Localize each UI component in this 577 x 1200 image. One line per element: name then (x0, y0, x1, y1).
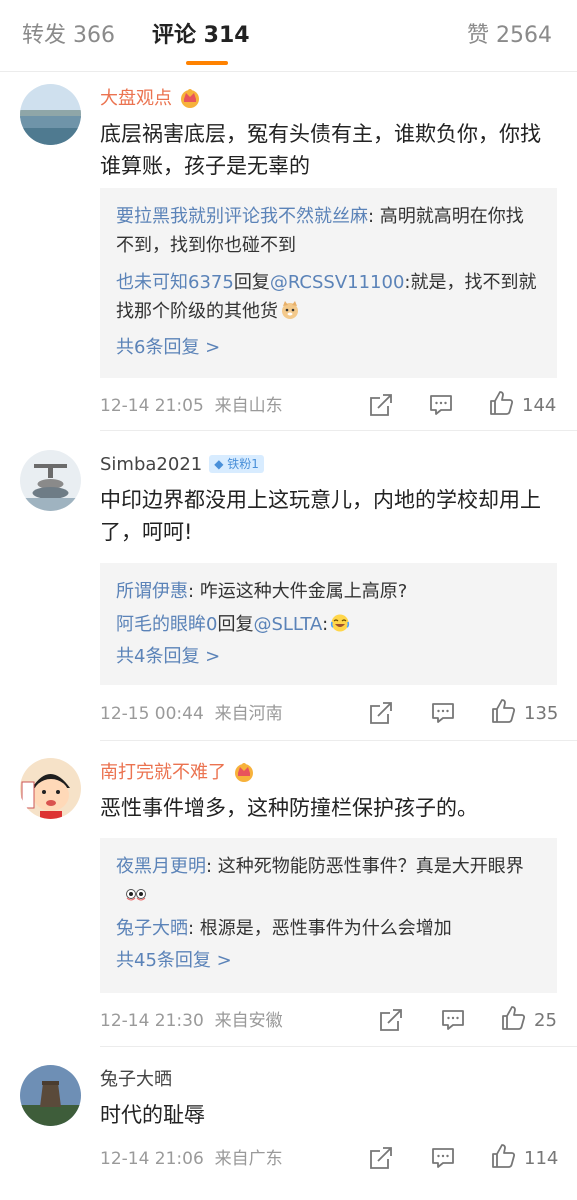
thumbs-up-icon[interactable] (500, 1005, 526, 1031)
reply-keyword: 回复 (233, 272, 270, 293)
comment-author[interactable]: 兔子大晒 (100, 1067, 172, 1093)
comment-time: 12-14 21:30 (100, 1011, 204, 1031)
reply-line[interactable]: 也未可知6375回复@RCSSV11100:就是，找不到就找那个阶级的其他货 (116, 268, 541, 326)
reply-user[interactable]: 兔子大晒 (116, 918, 188, 939)
comment-meta: 12-14 21:05 来自山东 (100, 394, 283, 418)
reply-line[interactable]: 兔子大晒: 根源是，恶性事件为什么会增加 (116, 914, 541, 943)
reply-mention[interactable]: @SLLTA (253, 614, 322, 635)
divider (100, 740, 577, 741)
author-name[interactable]: 南打完就不难了 (100, 762, 226, 783)
laugh-cry-emoji-icon (331, 614, 350, 632)
reply-user[interactable]: 阿毛的眼眸0 (116, 614, 217, 635)
tab-comments[interactable]: 评论 314 (152, 20, 250, 52)
avatar[interactable] (20, 84, 81, 145)
avatar[interactable] (20, 1065, 81, 1126)
divider (100, 1046, 577, 1047)
tab-reposts[interactable]: 转发 366 (22, 20, 115, 52)
tab-likes[interactable]: 赞 2564 (467, 20, 552, 52)
reply-content: 根源是，恶性事件为什么会增加 (199, 918, 452, 939)
avatar[interactable] (20, 450, 81, 511)
comment-time: 12-14 21:05 (100, 396, 204, 416)
comment-author[interactable]: 南打完就不难了 (100, 760, 256, 786)
share-icon[interactable] (368, 700, 394, 726)
active-tab-indicator (186, 61, 228, 65)
thumbs-up-icon[interactable] (490, 698, 516, 724)
like-count: 25 (534, 1010, 557, 1031)
reply-separator: : (368, 206, 380, 227)
reply-user[interactable]: 所谓伊惠 (116, 581, 188, 602)
avatar[interactable] (20, 758, 81, 819)
comment-text: 恶性事件增多，这种防撞栏保护孩子的。 (100, 796, 478, 820)
comment-time: 12-14 21:06 (100, 1149, 204, 1169)
reply-user[interactable]: 要拉黑我就别评论我不然就丝麻 (116, 206, 368, 227)
comment-text: 时代的耻辱 (100, 1103, 205, 1127)
shocked-eyes-emoji-icon (126, 889, 146, 901)
crown-badge-icon (181, 89, 199, 108)
comment-icon[interactable] (428, 392, 454, 418)
diamond-icon: ◆ (214, 457, 224, 471)
reply-content: 这种死物能防恶性事件？真是大开眼界 (217, 856, 524, 877)
like-count: 135 (524, 703, 559, 724)
divider (100, 430, 577, 431)
reply-line[interactable]: 夜黑月更明: 这种死物能防恶性事件？真是大开眼界 (116, 852, 541, 910)
reply-preview-box[interactable]: 所谓伊惠: 咋运这种大件金属上高原? 阿毛的眼眸0回复@SLLTA: 共4条回复… (100, 563, 557, 685)
comment-icon[interactable] (430, 1145, 456, 1171)
reply-user[interactable]: 也未可知6375 (116, 272, 234, 293)
comment-icon[interactable] (430, 700, 456, 726)
reply-content: 咋运这种大件金属上高原? (199, 581, 408, 602)
reply-user[interactable]: 夜黑月更明 (116, 856, 206, 877)
comment-author[interactable]: Simba2021 ◆ 铁粉1 (100, 452, 264, 478)
reply-separator: : (188, 581, 200, 602)
comment-meta: 12-14 21:30 来自安徽 (100, 1009, 283, 1033)
tab-bar: 转发 366 评论 314 赞 2564 (0, 0, 577, 72)
comment-meta: 12-14 21:06 来自广东 (100, 1147, 283, 1171)
reply-separator: : (322, 614, 329, 635)
fan-level-badge: ◆ 铁粉1 (209, 455, 264, 473)
reply-separator: : (188, 918, 200, 939)
crown-badge-icon (235, 763, 253, 782)
like-count: 114 (524, 1148, 559, 1169)
reply-preview-box[interactable]: 夜黑月更明: 这种死物能防恶性事件？真是大开眼界 兔子大晒: 根源是，恶性事件为… (100, 838, 557, 993)
reply-line[interactable]: 要拉黑我就别评论我不然就丝麻: 高明就高明在你找不到，找到你也碰不到 (116, 202, 541, 260)
reply-mention[interactable]: @RCSSV11100 (270, 272, 405, 293)
author-name[interactable]: Simba2021 (100, 454, 202, 475)
share-icon[interactable] (378, 1007, 404, 1033)
comment-text: 底层祸害底层，冤有头债有主，谁欺负你，你找谁算账，孩子是无辜的 (100, 122, 541, 178)
comment-meta: 12-15 00:44 来自河南 (100, 702, 283, 726)
author-name[interactable]: 大盘观点 (100, 88, 172, 109)
comment-time: 12-15 00:44 (100, 704, 204, 724)
view-more-replies-link[interactable]: 共4条回复 > (116, 643, 541, 671)
view-more-replies-link[interactable]: 共6条回复 > (116, 334, 541, 362)
thumbs-up-icon[interactable] (488, 390, 514, 416)
reply-keyword: 回复 (217, 614, 254, 635)
comment-icon[interactable] (440, 1007, 466, 1033)
comment-text: 中印边界都没用上这玩意儿，内地的学校却用上了，呵呵! (100, 488, 541, 544)
thumbs-up-icon[interactable] (490, 1143, 516, 1169)
reply-preview-box[interactable]: 要拉黑我就别评论我不然就丝麻: 高明就高明在你找不到，找到你也碰不到 也未可知6… (100, 188, 557, 378)
comment-location: 来自广东 (214, 1149, 283, 1169)
comment-author[interactable]: 大盘观点 (100, 86, 202, 112)
doge-emoji-icon (282, 301, 298, 319)
comment-location: 来自安徽 (214, 1011, 283, 1031)
share-icon[interactable] (368, 392, 394, 418)
comment-location: 来自河南 (214, 704, 283, 724)
reply-separator: : (206, 856, 218, 877)
comment-location: 来自山东 (214, 396, 283, 416)
like-count: 144 (522, 395, 557, 416)
author-name[interactable]: 兔子大晒 (100, 1069, 172, 1090)
fan-level-label: 铁粉1 (227, 457, 259, 471)
reply-line[interactable]: 阿毛的眼眸0回复@SLLTA: (116, 610, 541, 639)
view-more-replies-link[interactable]: 共45条回复 > (116, 947, 541, 975)
reply-line[interactable]: 所谓伊惠: 咋运这种大件金属上高原? (116, 577, 541, 606)
share-icon[interactable] (368, 1145, 394, 1171)
